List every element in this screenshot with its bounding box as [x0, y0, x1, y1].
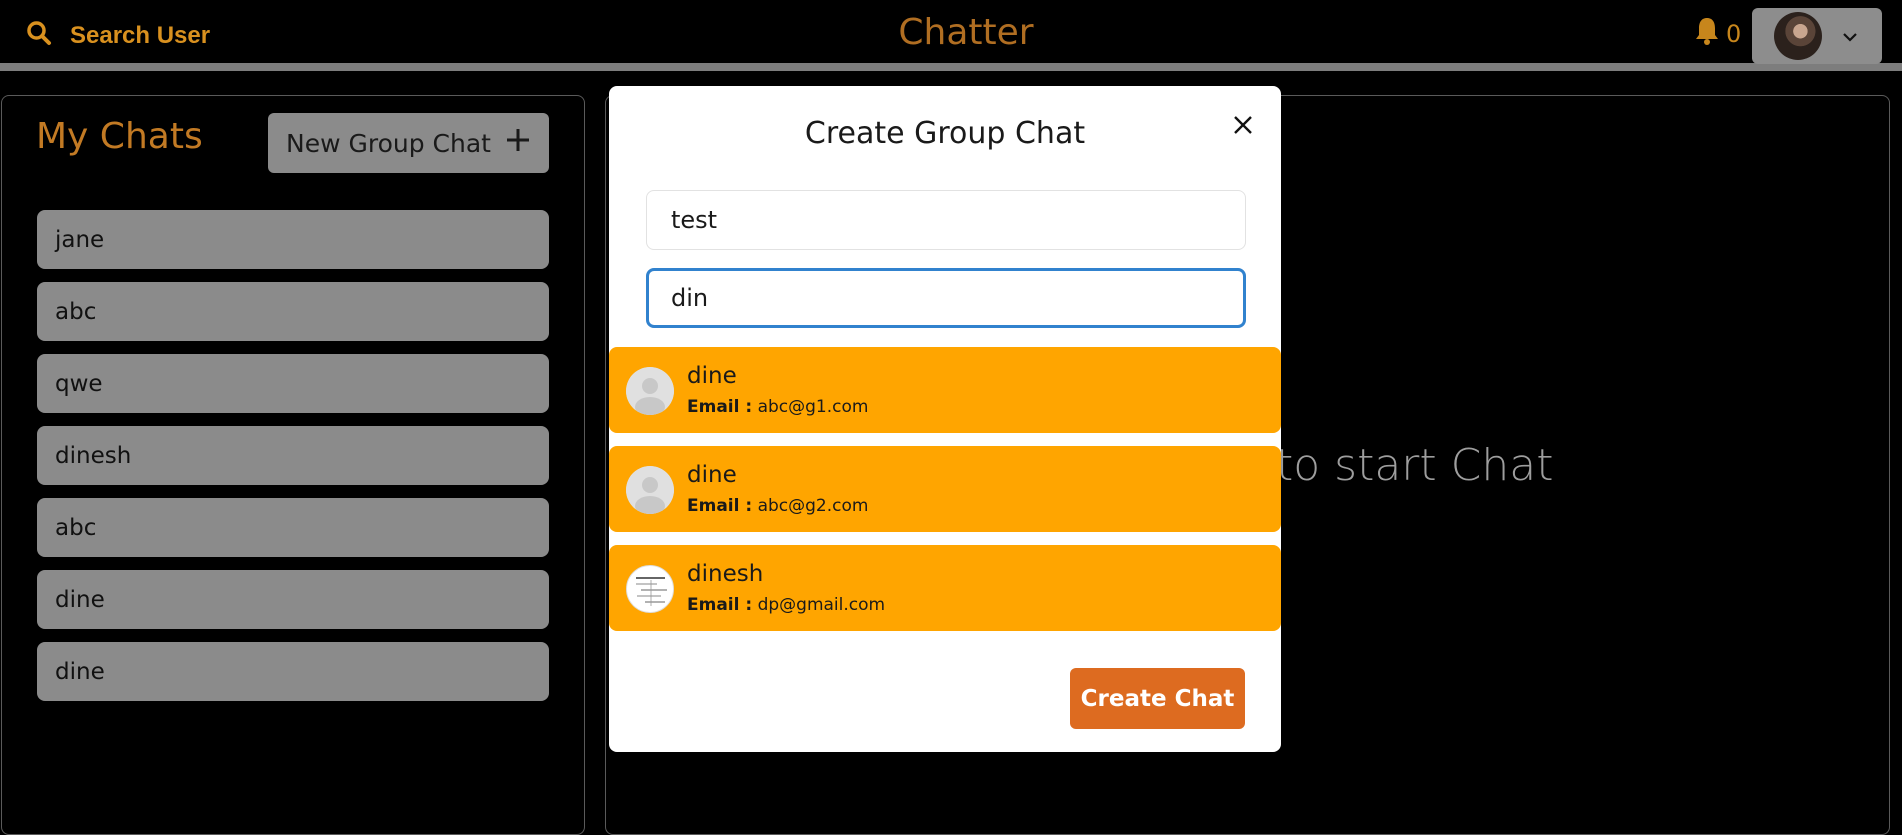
user-search-result[interactable]: dine Email : abc@g2.com [609, 446, 1281, 532]
result-email: Email : dp@gmail.com [687, 595, 886, 615]
result-name: dine [687, 363, 737, 389]
user-avatar-image [626, 565, 674, 613]
result-email: Email : abc@g2.com [687, 496, 869, 516]
create-group-modal: Create Group Chat dine Email : abc@g1.co… [609, 86, 1281, 752]
user-search-result[interactable]: dinesh Email : dp@gmail.com [609, 545, 1281, 631]
user-search-result[interactable]: dine Email : abc@g1.com [609, 347, 1281, 433]
close-icon [1232, 114, 1254, 140]
modal-title: Create Group Chat [804, 116, 1086, 151]
result-name: dine [687, 462, 737, 488]
close-button[interactable] [1226, 110, 1260, 144]
default-avatar-icon [626, 466, 674, 514]
result-name: dinesh [687, 561, 764, 587]
create-chat-button[interactable]: Create Chat [1070, 668, 1245, 729]
add-users-search-input[interactable] [646, 268, 1246, 328]
result-email: Email : abc@g1.com [687, 397, 869, 417]
chat-name-input[interactable] [646, 190, 1246, 250]
default-avatar-icon [626, 367, 674, 415]
